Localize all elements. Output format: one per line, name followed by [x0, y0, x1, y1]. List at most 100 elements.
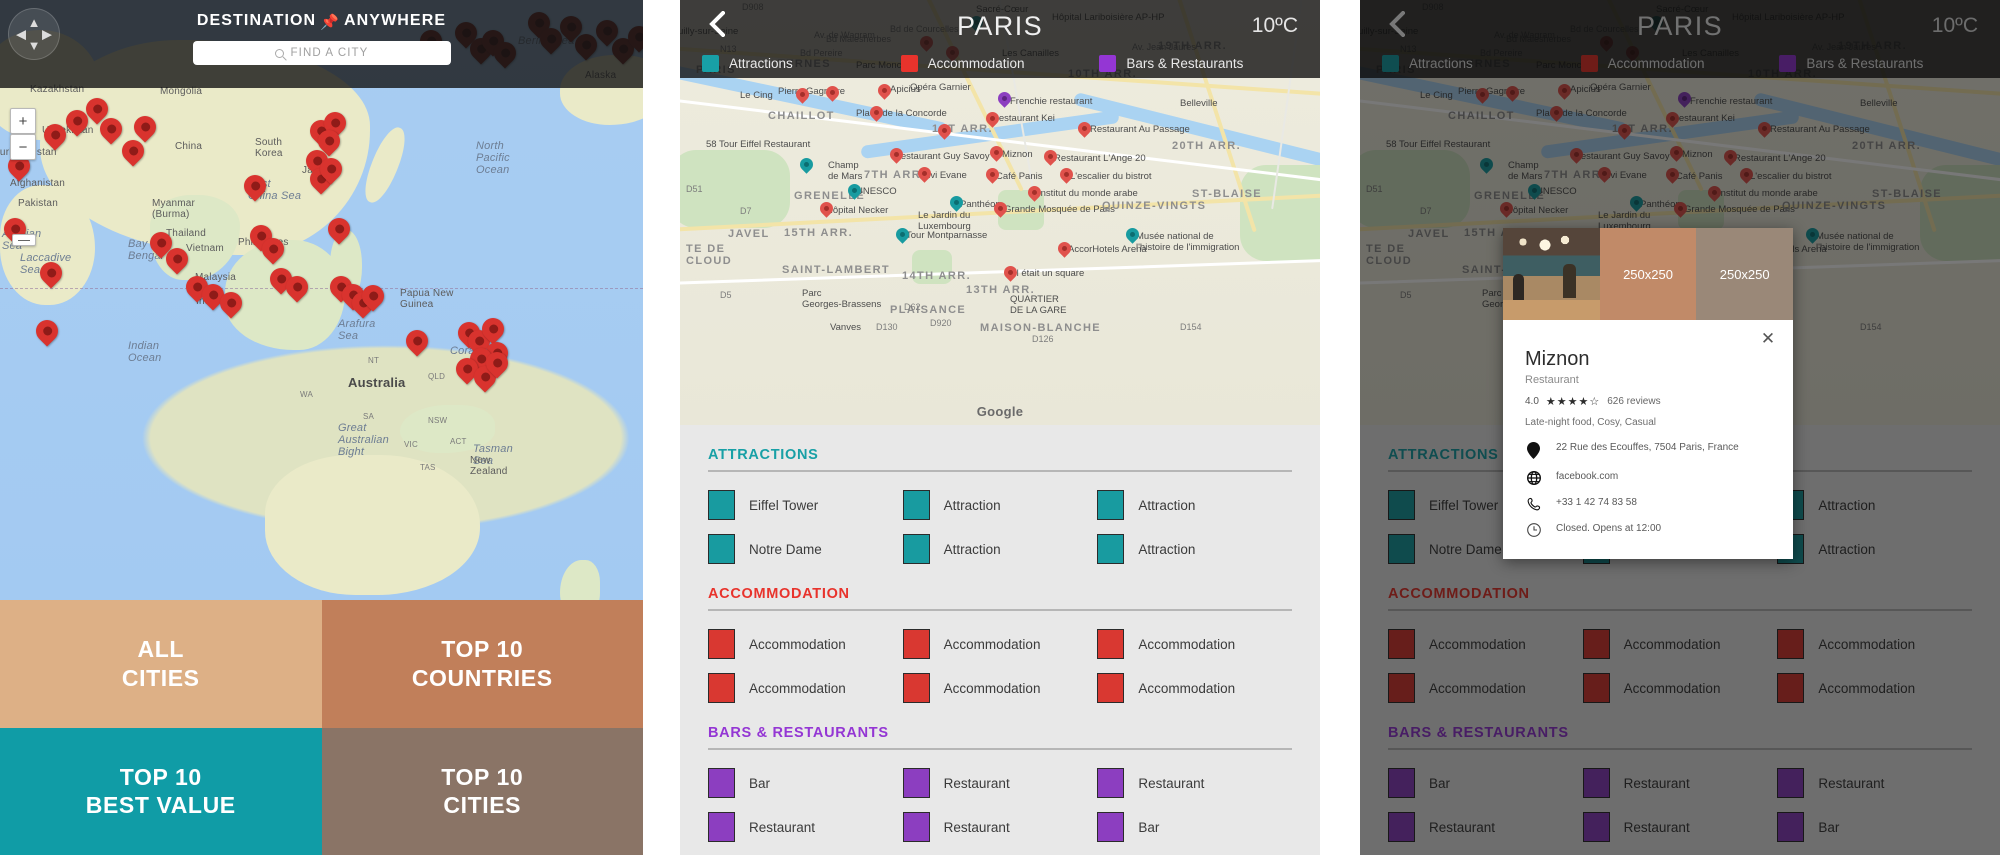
tile-all-cities[interactable]: ALL CITIES: [0, 600, 322, 728]
poi-label: Bar: [749, 775, 771, 791]
tile-top-10-cities[interactable]: TOP 10 CITIES: [321, 727, 643, 855]
map-pin[interactable]: [35, 257, 67, 292]
poi-swatch: [902, 812, 930, 842]
poi-item[interactable]: Bar: [708, 768, 903, 798]
city-map-pin[interactable]: [845, 181, 864, 202]
photo-strip: 250x250 250x250: [1503, 228, 1794, 320]
map-pin[interactable]: [257, 233, 289, 268]
city-map-pin[interactable]: [867, 103, 886, 124]
city-map-label: Belleville: [1180, 98, 1218, 109]
map-pin[interactable]: [357, 280, 389, 315]
phone-row[interactable]: +33 1 42 74 83 58: [1525, 496, 1771, 511]
poi-item[interactable]: Eiffel Tower: [708, 490, 903, 520]
poi-item[interactable]: Restaurant: [902, 812, 1098, 842]
poi-item[interactable]: Notre Dame: [708, 534, 903, 564]
city-map-pin[interactable]: [875, 81, 894, 102]
legend-item-attractions[interactable]: Attractions: [702, 54, 901, 72]
map-pin[interactable]: [117, 135, 149, 170]
city-map-pin[interactable]: [991, 199, 1010, 220]
city-map-pin[interactable]: [1075, 119, 1094, 140]
city-map-pin[interactable]: [987, 143, 1006, 164]
panel-divider-2: [1320, 0, 1360, 855]
map-pin[interactable]: [281, 271, 313, 306]
city-map-pin[interactable]: [1025, 183, 1044, 204]
legend-item-accommodation[interactable]: Accommodation: [900, 54, 1100, 72]
city-map-label: D126: [1032, 334, 1054, 344]
city-map-pin[interactable]: [1055, 239, 1074, 260]
tile-line-1: TOP 10: [119, 763, 202, 790]
poi-swatch: [902, 490, 930, 520]
city-map-pin[interactable]: [1057, 165, 1076, 186]
category-tiles: ALL CITIES TOP 10 COUNTRIES TOP 10 BEST VALUE…: [0, 600, 643, 855]
map-pin[interactable]: [39, 119, 71, 154]
city-map-pin[interactable]: [793, 85, 812, 106]
poi-item[interactable]: Restaurant: [902, 768, 1098, 798]
poi-item[interactable]: Attraction: [902, 490, 1098, 520]
search-icon: [274, 48, 284, 58]
close-icon[interactable]: ✕: [1759, 330, 1777, 348]
photo-placeholder[interactable]: 250x250: [1696, 228, 1794, 320]
section-heading: ATTRACTIONS: [708, 447, 819, 463]
map-pin[interactable]: [401, 325, 433, 360]
city-map-label: 15TH ARR.: [784, 227, 854, 239]
city-map-pin[interactable]: [797, 155, 816, 176]
poi-item[interactable]: Accommodation: [902, 673, 1098, 703]
zoom-handle[interactable]: [11, 234, 36, 246]
map-pin[interactable]: [161, 243, 193, 278]
poi-item[interactable]: Accommodation: [1097, 629, 1292, 659]
legend-swatch: [702, 54, 719, 72]
poi-item[interactable]: Accommodation: [1097, 673, 1292, 703]
poi-item[interactable]: Accommodation: [708, 673, 903, 703]
city-map-pin[interactable]: [817, 199, 836, 220]
map-pin[interactable]: [61, 105, 93, 140]
search-input[interactable]: FIND A CITY: [192, 41, 451, 65]
city-map-pin[interactable]: [915, 164, 934, 185]
section-heading: BARS & RESTAURANTS: [708, 725, 889, 741]
map-pin[interactable]: [215, 287, 247, 322]
city-map-pin[interactable]: [995, 89, 1014, 110]
map-pin[interactable]: [95, 113, 127, 148]
poi-item[interactable]: Accommodation: [708, 629, 903, 659]
poi-item[interactable]: Bar: [1097, 812, 1292, 842]
city-map-pin[interactable]: [983, 109, 1002, 130]
zoom-in-button[interactable]: +: [10, 108, 36, 134]
section-divider: [708, 748, 1292, 750]
zoom-slider[interactable]: + −: [10, 108, 36, 246]
city-map-label: QUARTIERDE LA GARE: [1010, 294, 1067, 316]
map-pin[interactable]: [239, 170, 271, 205]
tile-line-2: COUNTRIES: [411, 664, 553, 691]
poi-item[interactable]: Restaurant: [1097, 768, 1292, 798]
world-map[interactable]: KazakhstanUzbekistanTurkmenistanAfghanis…: [0, 0, 643, 600]
zoom-out-button[interactable]: −: [10, 134, 36, 160]
city-map-pin[interactable]: [823, 83, 842, 104]
city-map-pin[interactable]: [1041, 147, 1060, 168]
poi-item[interactable]: Restaurant: [708, 812, 903, 842]
poi-item[interactable]: Attraction: [902, 534, 1098, 564]
legend-item-bars-restaurants[interactable]: Bars & Restaurants: [1099, 54, 1298, 72]
tile-top-10-countries[interactable]: TOP 10 COUNTRIES: [321, 600, 643, 728]
poi-item[interactable]: Attraction: [1097, 534, 1292, 564]
poi-label: Notre Dame: [749, 541, 822, 557]
map-pin[interactable]: [315, 153, 347, 188]
poi-item[interactable]: Accommodation: [902, 629, 1098, 659]
photo-placeholder[interactable]: 250x250: [1599, 228, 1697, 320]
map-pin[interactable]: [31, 315, 63, 350]
tile-top-10-best-value[interactable]: TOP 10 BEST VALUE: [0, 727, 322, 855]
city-map-pin[interactable]: [893, 225, 912, 246]
city-map-pin[interactable]: [947, 193, 966, 214]
city-map-pin[interactable]: [935, 121, 954, 142]
place-photo[interactable]: [1503, 228, 1600, 320]
map-pin[interactable]: [323, 213, 355, 248]
legend-swatch: [1099, 54, 1117, 72]
map-pin[interactable]: [481, 347, 513, 382]
website-row[interactable]: facebook.com: [1525, 470, 1771, 485]
poi-swatch: [1097, 490, 1125, 520]
poi-swatch: [708, 768, 735, 798]
map-label: Australia: [348, 375, 406, 390]
poi-item[interactable]: Attraction: [1097, 490, 1292, 520]
city-map-pin[interactable]: [1001, 263, 1020, 284]
city-map-pin[interactable]: [983, 165, 1002, 186]
city-map-pin[interactable]: [887, 145, 906, 166]
city-header: PARIS 10ºC Attractions Accommodation Bars …: [680, 0, 1320, 78]
city-map-pin[interactable]: [1123, 225, 1142, 246]
